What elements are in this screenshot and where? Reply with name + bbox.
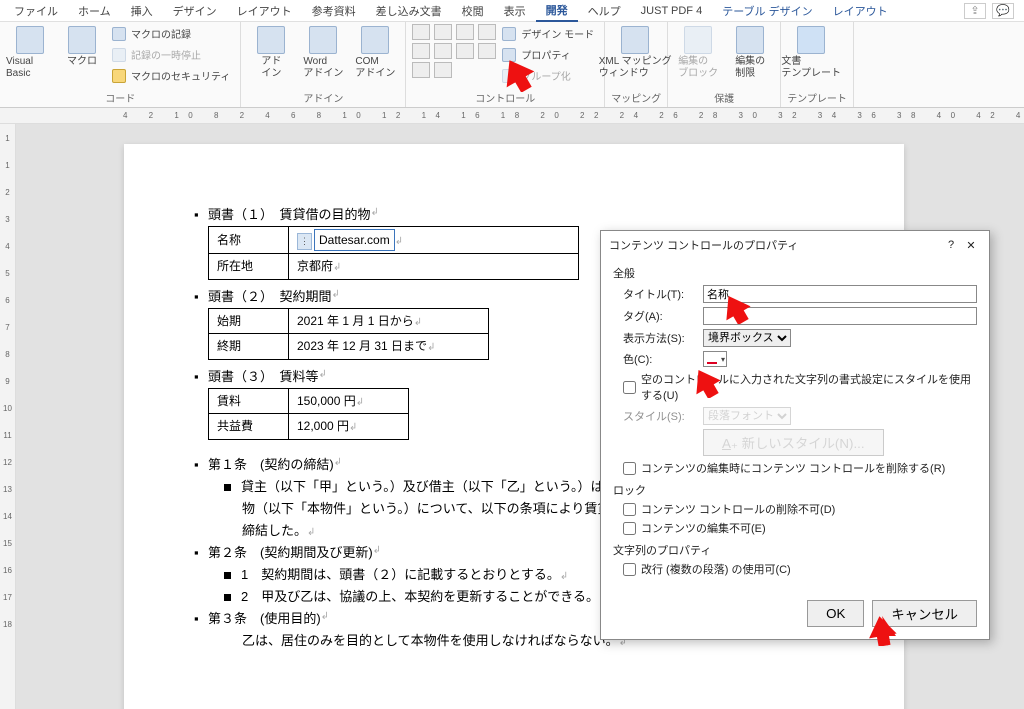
menu-developer[interactable]: 開発 — [536, 0, 578, 22]
article-1: 第１条 (契約の締結) — [208, 454, 334, 476]
section-general: 全般 — [613, 265, 977, 281]
group-label-protect: 保護 — [674, 88, 774, 107]
group-label-templates: テンプレート — [787, 88, 847, 107]
no-edit-label: コンテンツの編集不可(E) — [641, 520, 766, 536]
cc-plain-text[interactable] — [434, 24, 452, 40]
menu-file[interactable]: ファイル — [4, 1, 68, 21]
menu-insert[interactable]: 挿入 — [121, 1, 163, 21]
heading-1: 頭書（１） 賃貸借の目的物 — [208, 204, 371, 226]
visual-basic-button[interactable]: Visual Basic — [6, 24, 54, 80]
title-label: タイトル(T): — [623, 286, 697, 302]
comment-icon[interactable]: 💬 — [992, 3, 1014, 19]
table-2[interactable]: 始期2021 年 1 月 1 日から↲ 終期2023 年 12 月 31 日まで… — [208, 308, 489, 360]
menu-home[interactable]: ホーム — [68, 1, 121, 21]
remove-on-edit-checkbox[interactable] — [623, 462, 636, 475]
menu-justpdf[interactable]: JUST PDF 4 — [631, 3, 713, 19]
menu-tabledesign[interactable]: テーブル デザイン — [712, 1, 822, 21]
menu-review[interactable]: 校閲 — [452, 1, 494, 21]
style-label: スタイル(S): — [623, 408, 697, 424]
show-label: 表示方法(S): — [623, 330, 697, 346]
section-textprop: 文字列のプロパティ — [613, 542, 977, 558]
annotation-arrow-icon — [722, 294, 752, 324]
menu-design[interactable]: デザイン — [163, 1, 227, 21]
use-style-checkbox[interactable] — [623, 381, 636, 394]
menu-view[interactable]: 表示 — [494, 1, 536, 21]
menu-layout[interactable]: レイアウト — [227, 1, 302, 21]
group-label-code: コード — [6, 88, 234, 107]
menu-bar: ファイル ホーム 挿入 デザイン レイアウト 参考資料 差し込み文書 校閲 表示… — [0, 0, 1024, 22]
menu-layout2[interactable]: レイアウト — [823, 1, 898, 21]
macro-security[interactable]: マクロのセキュリティ — [110, 66, 234, 85]
style-select: 段落フォント — [703, 407, 791, 425]
share-icon[interactable]: ⇪ — [964, 3, 986, 19]
cc-date[interactable] — [478, 43, 496, 59]
menu-references[interactable]: 参考資料 — [302, 1, 366, 21]
article-2: 第２条 (契約期間及び更新) — [208, 542, 373, 564]
table-1[interactable]: 名称⋮Dattesar.com↲ 所在地京都府↲ — [208, 226, 579, 280]
ok-button[interactable]: OK — [807, 600, 864, 627]
heading-3: 頭書（３） 賃料等 — [208, 366, 319, 388]
new-style-button: A₊ 新しいスタイル(N)... — [703, 429, 884, 456]
annotation-arrow-icon — [868, 616, 898, 646]
xml-mapping-button[interactable]: XML マッピング ウィンドウ — [611, 24, 659, 80]
cc-legacy[interactable] — [434, 62, 452, 78]
cc-handle-icon[interactable]: ⋮ — [297, 233, 312, 250]
cc-combobox[interactable] — [434, 43, 452, 59]
no-delete-checkbox[interactable] — [623, 503, 636, 516]
word-addins-button[interactable]: Word アドイン — [299, 24, 347, 80]
com-addins-button[interactable]: COM アドイン — [351, 24, 399, 80]
annotation-arrow-icon — [692, 368, 722, 398]
table-3[interactable]: 賃料150,000 円↲ 共益費12,000 円↲ — [208, 388, 409, 440]
cc-rich-text[interactable] — [412, 24, 430, 40]
annotation-arrow-icon — [502, 58, 536, 92]
cc-checkbox[interactable] — [412, 43, 430, 59]
content-control-properties-dialog: コンテンツ コントロールのプロパティ ? ✕ 全般 タイトル(T): タグ(A)… — [600, 230, 990, 640]
horizontal-ruler: 4 2 10 8 2 4 6 8 10 12 14 16 18 20 22 24… — [0, 108, 1024, 124]
cc-dropdown[interactable] — [456, 43, 474, 59]
menu-mailings[interactable]: 差し込み文書 — [366, 1, 452, 21]
color-picker[interactable]: ▾ — [703, 351, 727, 367]
block-authors: 編集の ブロック — [674, 24, 722, 80]
menu-help[interactable]: ヘルプ — [578, 1, 631, 21]
remove-on-edit-label: コンテンツの編集時にコンテンツ コントロールを削除する(R) — [641, 460, 945, 476]
help-icon[interactable]: ? — [941, 239, 961, 251]
tag-label: タグ(A): — [623, 308, 697, 324]
cc-buildingblock[interactable] — [478, 24, 496, 40]
heading-2: 頭書（２） 契約期間 — [208, 286, 332, 308]
show-select[interactable]: 境界ボックス — [703, 329, 791, 347]
record-macro[interactable]: マクロの記録 — [110, 24, 234, 43]
group-label-mapping: マッピング — [611, 88, 661, 107]
no-delete-label: コンテンツ コントロールの削除不可(D) — [641, 501, 835, 517]
document-template[interactable]: 文書 テンプレート — [787, 24, 835, 80]
multiline-label: 改行 (複数の段落) の使用可(C) — [641, 561, 791, 577]
pause-recording: 記録の一時停止 — [110, 45, 234, 64]
content-control-name[interactable]: Dattesar.com — [314, 229, 395, 251]
restrict-editing[interactable]: 編集の 制限 — [726, 24, 774, 80]
multiline-checkbox[interactable] — [623, 563, 636, 576]
design-mode[interactable]: デザイン モード — [500, 24, 598, 43]
cc-repeating[interactable] — [412, 62, 430, 78]
section-lock: ロック — [613, 482, 977, 498]
macros-button[interactable]: マクロ — [58, 24, 106, 68]
group-label-addins: アドイン — [247, 88, 399, 107]
vertical-ruler: 1123456789101112131415161718 — [0, 124, 16, 709]
dialog-title: コンテンツ コントロールのプロパティ — [609, 237, 941, 253]
no-edit-checkbox[interactable] — [623, 522, 636, 535]
cc-picture[interactable] — [456, 24, 474, 40]
article-3: 第３条 (使用目的) — [208, 608, 321, 630]
color-label: 色(C): — [623, 351, 697, 367]
addins-button[interactable]: アド イン — [247, 24, 295, 80]
close-icon[interactable]: ✕ — [961, 239, 981, 252]
